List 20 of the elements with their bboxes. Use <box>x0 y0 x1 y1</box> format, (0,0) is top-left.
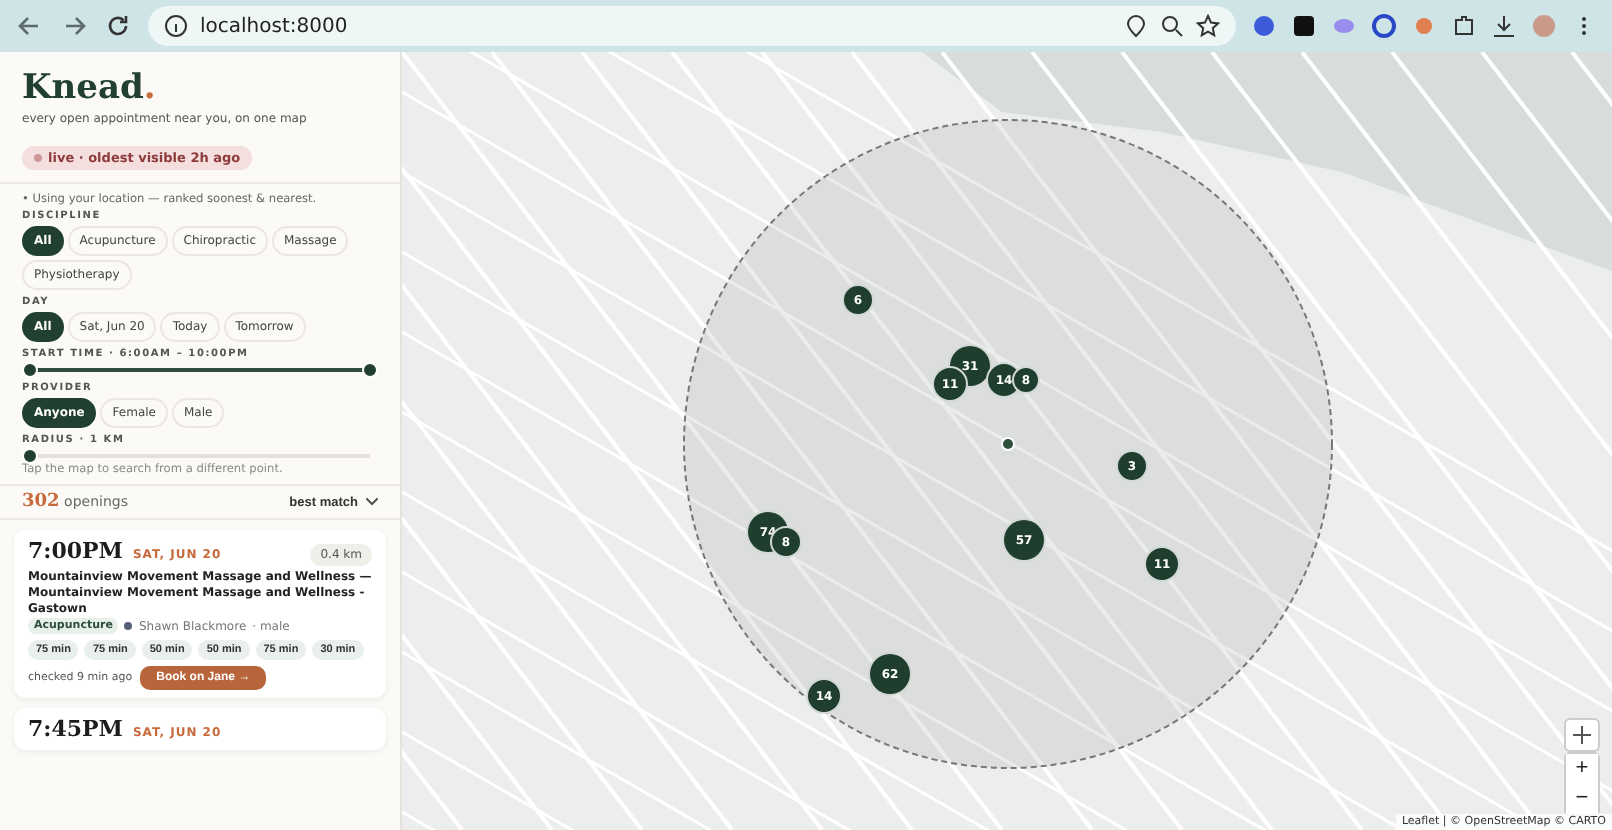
extension-icon[interactable] <box>1292 14 1316 38</box>
forward-icon[interactable] <box>60 12 88 40</box>
info-icon[interactable] <box>164 14 188 38</box>
reload-icon[interactable] <box>104 12 132 40</box>
appointment-time: 7:45PM <box>28 716 123 743</box>
download-icon[interactable] <box>1492 14 1516 38</box>
range-end-handle[interactable] <box>362 362 378 378</box>
app-logo: Knead. <box>22 68 158 108</box>
chevron-down-icon <box>366 498 378 506</box>
slider-handle[interactable] <box>22 448 38 464</box>
current-location-dot <box>1001 437 1015 451</box>
address-bar[interactable]: localhost:8000 <box>148 6 1236 46</box>
zoom-icon[interactable] <box>1160 14 1184 38</box>
star-icon[interactable] <box>1196 14 1220 38</box>
range-start-handle[interactable] <box>22 362 38 378</box>
provider-dot-icon <box>124 622 133 631</box>
appointment-time: 7:00PM <box>28 538 123 564</box>
back-icon[interactable] <box>16 12 44 40</box>
location-pin-icon[interactable] <box>1124 14 1148 38</box>
puzzle-icon[interactable] <box>1452 14 1476 38</box>
